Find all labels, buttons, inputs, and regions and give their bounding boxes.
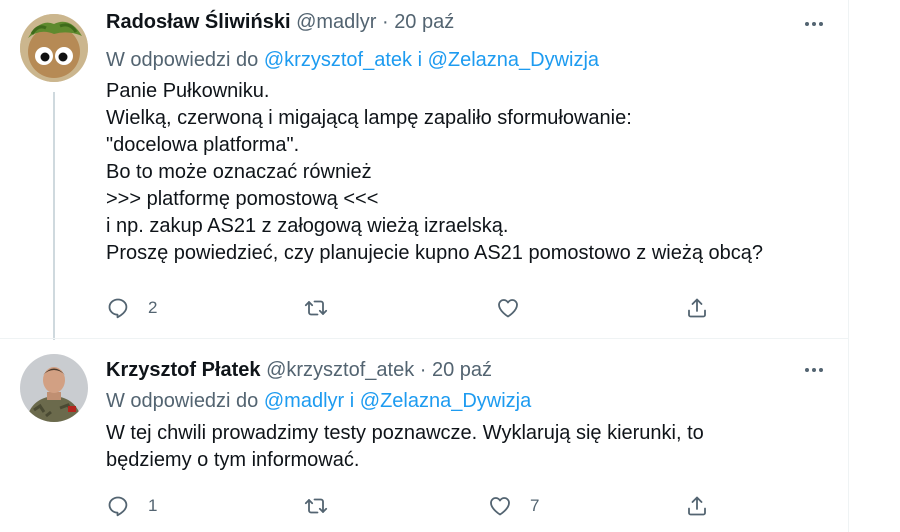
author-name[interactable]: Radosław Śliwiński — [106, 11, 291, 33]
retweet-icon — [304, 300, 328, 316]
more-icon — [805, 22, 823, 26]
like-button[interactable]: 7 — [488, 488, 539, 524]
tweet-text: Panie Pułkowniku. Wielką, czerwoną i mig… — [106, 80, 764, 264]
tweet-date[interactable]: 20 paź — [432, 359, 492, 381]
reply-icon — [108, 496, 128, 517]
separator: · — [419, 359, 427, 381]
reply-prefix: W odpowiedzi do — [106, 390, 259, 412]
like-icon — [498, 299, 518, 318]
share-button[interactable] — [685, 290, 709, 326]
mention-link[interactable]: @Zelazna_Dywizja — [360, 390, 531, 412]
like-button[interactable] — [496, 290, 538, 326]
tweet-text: W tej chwili prowadzimy testy poznawcze.… — [106, 422, 704, 471]
avatar-soldier-icon — [20, 354, 88, 422]
share-icon — [688, 298, 706, 318]
share-button[interactable] — [685, 488, 709, 524]
author-name[interactable]: Krzysztof Płatek — [106, 359, 261, 381]
tweet-divider — [0, 338, 848, 339]
more-icon — [805, 368, 823, 372]
tweet-date[interactable]: 20 paź — [394, 11, 454, 33]
tweet-1[interactable]: Radosław Śliwiński @madlyr · 20 paź W od… — [0, 0, 848, 340]
more-button[interactable] — [794, 356, 834, 384]
mention-link[interactable]: @krzysztof_atek — [264, 49, 412, 71]
timeline-border — [848, 0, 849, 532]
retweet-button[interactable] — [304, 488, 346, 524]
reply-count: 2 — [148, 298, 158, 317]
tweet-2[interactable]: Krzysztof Płatek @krzysztof_atek · 20 pa… — [0, 340, 848, 532]
share-icon — [688, 496, 706, 516]
avatar[interactable] — [20, 354, 88, 422]
mention-conjunction[interactable]: i — [350, 390, 354, 412]
retweet-icon — [304, 498, 328, 514]
author-handle[interactable]: @krzysztof_atek — [266, 359, 414, 381]
reply-count: 1 — [148, 496, 158, 515]
reply-prefix: W odpowiedzi do — [106, 49, 259, 71]
like-count: 7 — [530, 496, 540, 515]
author-handle[interactable]: @madlyr — [296, 11, 376, 33]
avatar-plant-face-icon — [20, 14, 88, 82]
retweet-button[interactable] — [304, 290, 346, 326]
mention-link[interactable]: @Zelazna_Dywizja — [428, 49, 599, 71]
like-icon — [490, 497, 510, 516]
mention-conjunction[interactable]: i — [418, 49, 422, 71]
reply-button[interactable]: 2 — [106, 290, 157, 326]
tweet-header: Krzysztof Płatek @krzysztof_atek · 20 pa… — [106, 356, 492, 384]
reply-context: W odpowiedzi do @krzysztof_atek i @Zelaz… — [106, 46, 599, 74]
tweet-actions: 2 — [106, 290, 726, 326]
separator: · — [381, 11, 389, 33]
more-button[interactable] — [794, 10, 834, 38]
reply-button[interactable]: 1 — [106, 488, 157, 524]
avatar[interactable] — [20, 14, 88, 82]
reply-context: W odpowiedzi do @madlyr i @Zelazna_Dywiz… — [106, 387, 531, 415]
tweet-actions: 1 7 — [106, 488, 726, 524]
reply-icon — [108, 298, 128, 319]
thread-line — [53, 92, 55, 340]
tweet-header: Radosław Śliwiński @madlyr · 20 paź — [106, 8, 454, 36]
mention-link[interactable]: @madlyr — [264, 390, 344, 412]
